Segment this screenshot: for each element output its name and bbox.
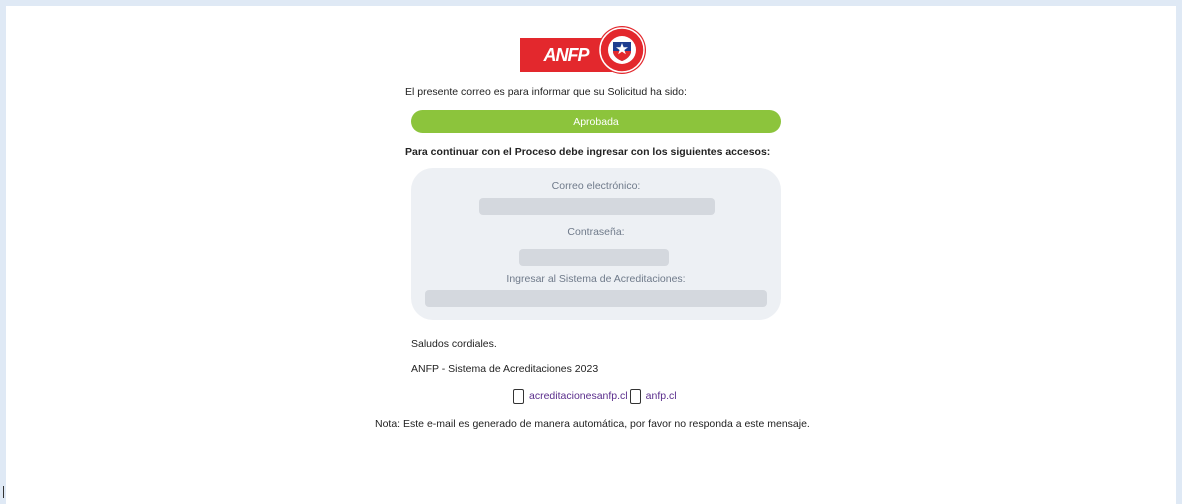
greeting-text: Saludos cordiales. [411,338,497,350]
password-label: Contraseña: [567,226,625,238]
system-access-label: Ingresar al Sistema de Acreditaciones: [506,273,686,285]
chilean-star-shield-icon [598,26,646,74]
broken-image-icon [513,388,524,404]
intro-text: El presente correo es para informar que … [405,86,687,98]
divider [3,486,4,498]
email-label: Correo electrónico: [551,180,641,192]
status-label: Aprobada [573,115,619,128]
footer-links: acreditacionesanfp.cl anfp.cl [513,386,677,406]
signature-text: ANFP - Sistema de Acreditaciones 2023 [411,363,599,375]
automatic-email-note: Nota: Este e-mail es generado de manera … [375,418,810,430]
link-anfp[interactable]: anfp.cl [646,390,677,402]
link-acreditacionesanfp[interactable]: acreditacionesanfp.cl [529,390,628,402]
password-value-redacted [519,249,669,266]
credentials-card: Correo electrónico: Contraseña: Ingresar… [411,168,781,320]
email-value-redacted [479,198,715,215]
anfp-logo: ANFP [520,26,646,78]
broken-image-icon [629,388,641,404]
status-badge: Aprobada [411,110,781,133]
system-access-link-redacted[interactable] [425,290,767,307]
instructions-text: Para continuar con el Proceso debe ingre… [405,146,771,158]
